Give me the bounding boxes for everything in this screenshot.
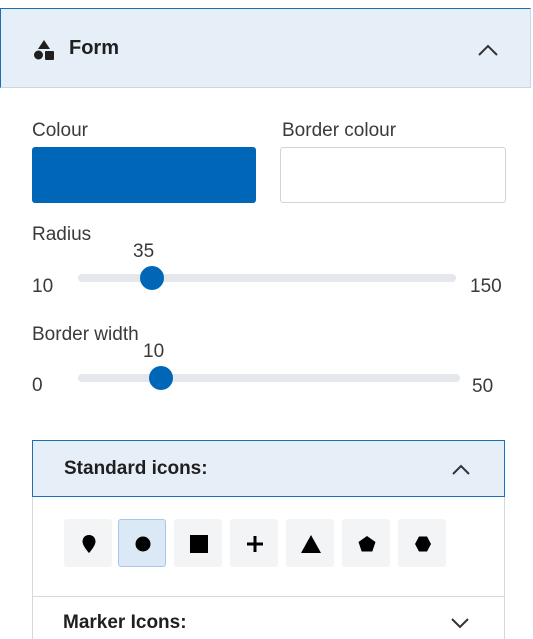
standard-icons-title: Standard icons: [64,458,208,479]
chevron-down-icon[interactable] [450,617,470,629]
chevron-up-icon[interactable] [451,463,471,475]
square-icon [190,535,208,553]
marker-icons-title[interactable]: Marker Icons: [63,612,187,634]
square-icon-button[interactable] [174,519,222,567]
colour-label: Colour [32,120,88,141]
section-divider [32,596,505,597]
hexagon-icon-button[interactable] [398,519,446,567]
triangle-icon [301,535,321,553]
radius-label: Radius [32,224,92,245]
border-width-value: 10 [143,341,165,362]
shapes-icon [34,40,54,60]
pentagon-icon [358,536,376,552]
pin-icon-button[interactable] [64,519,112,567]
standard-icons-header[interactable]: Standard icons: [32,440,505,497]
triangle-icon-button[interactable] [286,519,334,567]
radius-min: 10 [32,276,54,297]
pin-icon [82,535,96,553]
hexagon-icon [415,536,431,552]
border-width-slider-thumb[interactable] [149,366,173,390]
plus-icon-button[interactable] [230,519,278,567]
circle-icon [135,536,151,552]
radius-slider-thumb[interactable] [140,266,164,290]
border-width-slider-track[interactable] [78,374,460,382]
border-colour-picker[interactable] [280,147,506,203]
chevron-up-icon[interactable] [477,43,499,57]
colour-picker[interactable] [32,147,256,203]
circle-icon-button[interactable] [118,519,166,567]
form-panel-header[interactable]: Form [0,8,531,88]
panel-title: Form [69,37,119,59]
border-width-label: Border width [32,324,139,345]
radius-max: 150 [470,276,502,297]
radius-value: 35 [133,241,155,262]
plus-icon [247,536,263,552]
border-width-max: 50 [472,376,494,397]
border-colour-label: Border colour [282,120,397,141]
radius-slider-track[interactable] [78,274,456,282]
pentagon-icon-button[interactable] [342,519,390,567]
border-width-min: 0 [32,375,43,396]
